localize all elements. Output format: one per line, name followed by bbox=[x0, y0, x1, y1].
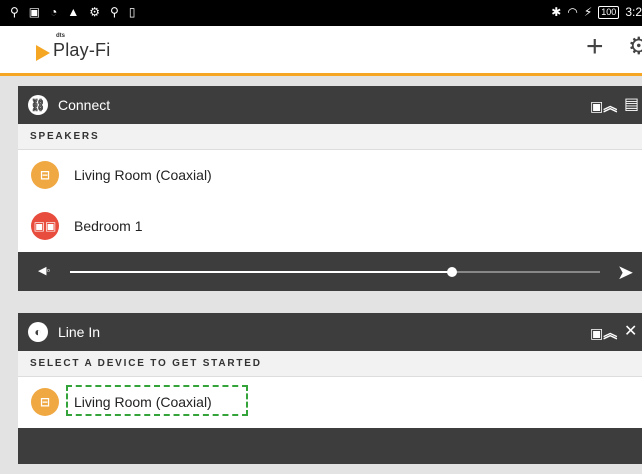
linein-card-header: ◐ Line In ▣︽ ✕ bbox=[18, 313, 642, 351]
wifi-icon: ◔ bbox=[50, 5, 58, 19]
collapse-speakers-icon[interactable]: ▣︽ bbox=[590, 96, 617, 116]
volume-slider[interactable] bbox=[70, 267, 600, 277]
bluetooth-icon: ✱ bbox=[551, 5, 562, 19]
clock: 3:2 bbox=[625, 5, 642, 19]
select-device-label: SELECT A DEVICE TO GET STARTED bbox=[18, 351, 642, 377]
linein-footer bbox=[18, 428, 642, 464]
remote-icon[interactable]: ▤ bbox=[624, 94, 639, 114]
linein-title: Line In bbox=[58, 324, 101, 340]
speaker-single-icon: ⊟ bbox=[31, 388, 59, 416]
play-arrow-icon bbox=[36, 45, 50, 61]
gear-icon[interactable]: ⚙ bbox=[628, 34, 642, 60]
logo-dts-text: dts bbox=[56, 33, 65, 39]
app-logo: dts Play-Fi bbox=[36, 33, 111, 61]
battery-level: 100 bbox=[598, 5, 620, 19]
image-icon: ▣ bbox=[28, 5, 41, 19]
settings-icon: ⚙ bbox=[89, 5, 101, 19]
app-bar: dts Play-Fi + ⚙ bbox=[0, 26, 642, 76]
collapse-devices-icon[interactable]: ▣︽ bbox=[590, 323, 617, 343]
charging-icon: ⚡ bbox=[583, 5, 593, 19]
volume-thumb[interactable] bbox=[446, 267, 457, 277]
warning-icon: ▲ bbox=[67, 5, 80, 19]
speaker-pair-icon: ▣▣ bbox=[31, 212, 59, 240]
volume-icon: ◀◦ bbox=[38, 265, 51, 277]
close-icon[interactable]: ✕ bbox=[624, 321, 637, 341]
usb-icon: ⚲ bbox=[10, 5, 19, 19]
connect-card: ⛓ Connect ▣︽ ▤ SPEAKERS ⊟ Living Room (C… bbox=[18, 86, 642, 291]
usb-icon: ⚲ bbox=[110, 5, 119, 19]
connect-title: Connect bbox=[58, 97, 111, 113]
speaker-label: Living Room (Coaxial) bbox=[74, 167, 212, 183]
volume-bar: ◀◦ ➤ bbox=[18, 252, 642, 291]
status-icons-left: ⚲ ▣ ◔ ▲ ⚙ ⚲ ▯ bbox=[10, 5, 135, 19]
line-in-icon: ◐ bbox=[28, 322, 48, 342]
plus-icon[interactable]: + bbox=[586, 32, 604, 62]
connect-card-header: ⛓ Connect ▣︽ ▤ bbox=[18, 86, 642, 124]
sd-card-icon: ▯ bbox=[128, 5, 136, 19]
status-bar: ⚲ ▣ ◔ ▲ ⚙ ⚲ ▯ ✱ ◠ ⚡ 100 3:2 bbox=[0, 0, 642, 26]
speaker-row-living-room[interactable]: ⊟ Living Room (Coaxial) bbox=[18, 150, 642, 201]
speaker-single-icon: ⊟ bbox=[31, 161, 59, 189]
logo-brand-text: Play-Fi bbox=[53, 40, 111, 60]
volume-fill bbox=[70, 271, 452, 273]
speaker-row-bedroom[interactable]: ▣▣ Bedroom 1 bbox=[18, 201, 642, 252]
status-icons-right: ✱ ◠ ⚡ 100 3:2 bbox=[551, 5, 642, 19]
wifi-signal-icon: ◠ bbox=[567, 5, 578, 19]
send-icon[interactable]: ➤ bbox=[617, 260, 634, 285]
speaker-label: Bedroom 1 bbox=[74, 218, 143, 234]
selection-highlight bbox=[66, 385, 248, 416]
speakers-section-label: SPEAKERS bbox=[18, 124, 642, 150]
link-icon: ⛓ bbox=[28, 95, 48, 115]
